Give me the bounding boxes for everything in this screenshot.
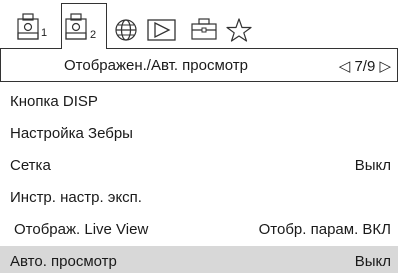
menu-item-grid[interactable]: Сетка Выкл [0, 150, 398, 182]
menu-header: Отображен./Авт. просмотр ◁ 7/9 ▷ [0, 48, 398, 82]
toolbox-icon [191, 18, 217, 40]
playback-icon [147, 19, 176, 41]
menu-item-label: Настройка Зебры [10, 125, 133, 142]
page-title: Отображен./Авт. просмотр [63, 57, 248, 74]
globe-icon [115, 19, 137, 41]
menu-item-label: Сетка [10, 157, 51, 174]
menu-item-live-view-display[interactable]: Отображ. Live View Отобр. парам. ВКЛ [0, 214, 398, 246]
tab-camera-2[interactable]: 2 [61, 3, 107, 49]
menu-item-label: Отображ. Live View [14, 221, 149, 238]
tab-globe[interactable] [111, 11, 143, 45]
tab-number: 1 [41, 27, 48, 39]
menu-item-exposure-guide[interactable]: Инстр. настр. эксп. [0, 182, 398, 214]
menu-item-value: Выкл [354, 253, 391, 270]
menu-item-label: Инстр. настр. эксп. [10, 189, 142, 206]
star-icon [226, 18, 252, 42]
menu-item-disp-button[interactable]: Кнопка DISP [0, 86, 398, 118]
tab-number: 2 [90, 29, 97, 41]
tab-setup[interactable] [187, 11, 223, 45]
menu-item-label: Кнопка DISP [10, 93, 98, 110]
menu-item-value: Выкл [354, 157, 391, 174]
tab-playback[interactable] [145, 11, 181, 45]
page-indicator: ◁ 7/9 ▷ [338, 58, 391, 75]
menu-item-value: Отобр. парам. ВКЛ [258, 221, 391, 238]
tab-my-menu[interactable] [224, 11, 256, 45]
tab-bar: 1 2 [0, 0, 398, 50]
tab-camera-1[interactable]: 1 [14, 11, 58, 45]
menu-item-auto-review[interactable]: Авто. просмотр Выкл [0, 246, 398, 273]
menu-item-label: Авто. просмотр [10, 253, 117, 270]
menu-item-zebra-setting[interactable]: Настройка Зебры [0, 118, 398, 150]
